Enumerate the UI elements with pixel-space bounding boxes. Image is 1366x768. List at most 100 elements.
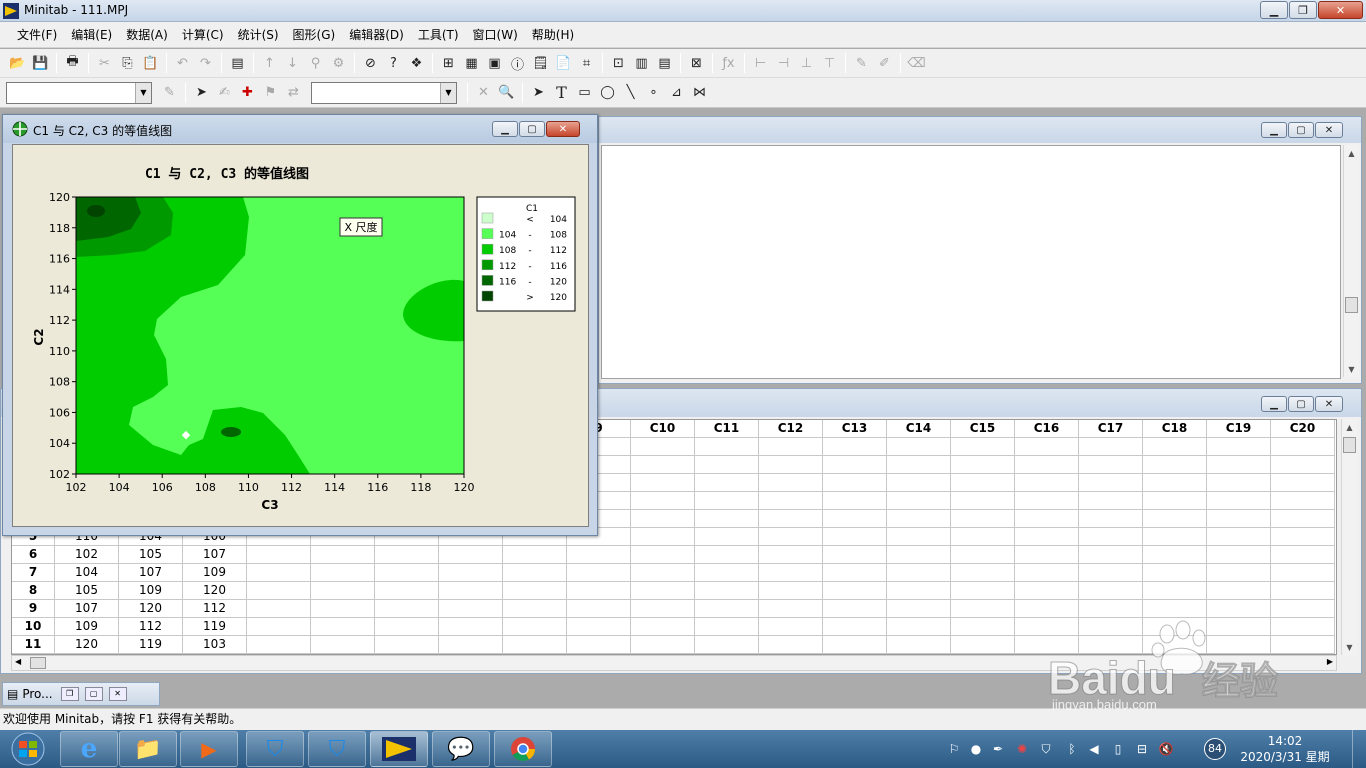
table-cell[interactable] [1271,546,1335,564]
app-title-bar[interactable]: Minitab - 111.MPJ ▁ ❐ ✕ [0,0,1366,22]
table-cell[interactable] [759,564,823,582]
scroll-down-icon[interactable]: ▼ [1344,361,1359,377]
battery-badge[interactable]: 84 [1204,738,1226,760]
table-cell[interactable] [1143,600,1207,618]
table-cell[interactable] [823,564,887,582]
table-cell[interactable] [631,564,695,582]
worksheet-minimize-button[interactable]: ▁ [1261,396,1287,412]
insert-rows-icon[interactable]: ⊣ [774,53,794,73]
column-name-cell[interactable] [631,438,695,456]
table-cell[interactable] [1271,528,1335,546]
table-cell[interactable] [311,600,375,618]
table-cell[interactable] [1271,510,1335,528]
find-icon[interactable]: ⚲ [306,53,326,73]
table-cell[interactable]: 119 [183,618,247,636]
table-cell[interactable]: 109 [55,618,119,636]
table-cell[interactable] [887,636,951,654]
table-cell[interactable] [695,636,759,654]
column-name-cell[interactable] [1207,438,1271,456]
table-cell[interactable] [1079,474,1143,492]
column-name-cell[interactable] [695,438,759,456]
table-cell[interactable] [1079,492,1143,510]
table-cell[interactable] [1015,564,1079,582]
graph-title-bar[interactable]: C1 与 C2, C3 的等值线图 ▁ ▢ ✕ [3,115,597,143]
table-cell[interactable] [695,546,759,564]
table-cell[interactable] [567,546,631,564]
table-cell[interactable] [1143,564,1207,582]
close-all-graphs-icon[interactable]: ⊠ [687,53,707,73]
table-cell[interactable] [375,636,439,654]
table-cell[interactable] [887,600,951,618]
show-worksheets-icon[interactable]: ▥ [632,53,652,73]
table-cell[interactable] [1079,510,1143,528]
table-cell[interactable] [1079,546,1143,564]
flag-icon[interactable]: ⚐ [946,741,962,757]
show-desktop-button[interactable] [1352,730,1366,768]
table-cell[interactable] [567,600,631,618]
minimize-button[interactable]: ▁ [1260,1,1288,19]
table-cell[interactable] [1271,582,1335,600]
table-cell[interactable]: 119 [119,636,183,654]
graph-close-button[interactable]: ✕ [546,121,580,137]
taskbar-ie[interactable]: e [60,731,118,767]
table-cell[interactable] [951,528,1015,546]
row-number[interactable]: 6 [12,546,55,564]
move-up-icon[interactable]: ↑ [260,53,280,73]
table-cell[interactable] [503,636,567,654]
annotation-combo[interactable]: ▼ [311,81,457,104]
table-cell[interactable] [1207,456,1271,474]
table-cell[interactable] [695,582,759,600]
column-header[interactable]: C15 [951,420,1015,438]
paste-icon[interactable]: 📋 [141,53,161,73]
print-icon[interactable]: 🖶 [63,53,83,73]
table-cell[interactable] [503,600,567,618]
worksheet-icon[interactable]: ▦ [462,53,482,73]
table-cell[interactable] [375,618,439,636]
table-cell[interactable] [887,492,951,510]
table-cell[interactable] [1207,492,1271,510]
column-name-cell[interactable] [823,438,887,456]
table-cell[interactable] [1079,582,1143,600]
restore-button[interactable]: ❐ [1289,1,1317,19]
table-cell[interactable] [695,474,759,492]
table-cell[interactable] [247,582,311,600]
table-cell[interactable] [1079,528,1143,546]
marker-tool-icon[interactable]: ∘ [644,83,664,103]
table-cell[interactable] [1271,474,1335,492]
table-cell[interactable] [1143,510,1207,528]
table-cell[interactable] [759,474,823,492]
minimized-close-button[interactable]: ✕ [108,687,127,701]
table-cell[interactable] [311,618,375,636]
graph-element-combo[interactable]: ▼ [6,81,152,104]
scroll-up-icon[interactable]: ▲ [1344,145,1359,161]
table-cell[interactable] [1015,474,1079,492]
device-icon[interactable]: ▯ [1110,741,1126,757]
table-cell[interactable] [951,564,1015,582]
antivirus-icon[interactable]: ✺ [1014,741,1030,757]
table-cell[interactable] [951,618,1015,636]
table-cell[interactable] [823,582,887,600]
crosshair-icon[interactable]: ✚ [238,83,258,103]
table-cell[interactable] [1079,564,1143,582]
taskbar-security-1[interactable]: ⛉ [246,731,304,767]
table-cell[interactable] [887,528,951,546]
table-cell[interactable] [1015,546,1079,564]
table-cell[interactable] [695,492,759,510]
scroll-thumb[interactable] [1343,437,1356,453]
session-close-button[interactable]: ✕ [1315,122,1343,138]
column-header[interactable]: C20 [1271,420,1335,438]
column-header[interactable]: C19 [1207,420,1271,438]
column-header[interactable]: C12 [759,420,823,438]
table-cell[interactable] [631,546,695,564]
table-cell[interactable] [759,456,823,474]
table-cell[interactable] [695,564,759,582]
table-cell[interactable] [823,456,887,474]
table-cell[interactable] [887,474,951,492]
table-cell[interactable] [1015,456,1079,474]
table-cell[interactable] [759,582,823,600]
session-minimize-button[interactable]: ▁ [1261,122,1287,138]
network-icon[interactable]: ⊟ [1134,741,1150,757]
history-icon[interactable]: 🗒 [531,53,551,73]
table-cell[interactable] [823,600,887,618]
table-cell[interactable] [311,564,375,582]
